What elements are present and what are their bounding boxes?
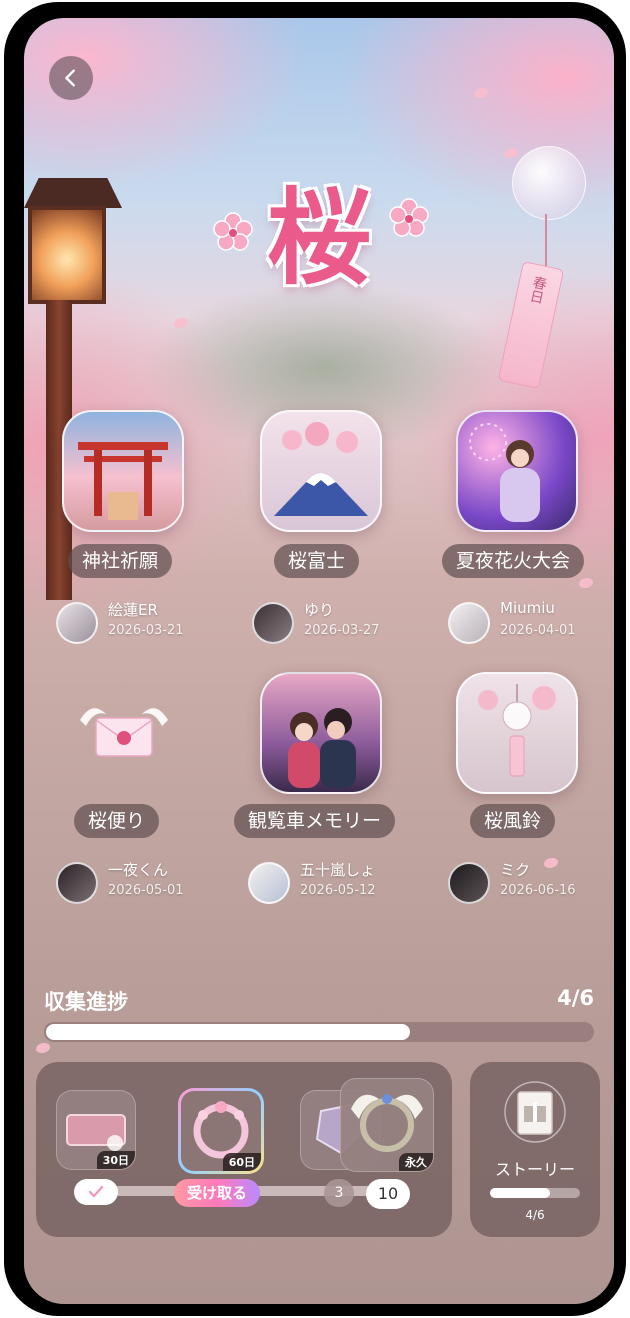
item-name: 桜富士	[274, 544, 360, 578]
sakura-flower-icon	[389, 198, 429, 237]
owner-name: 一夜くん	[108, 861, 169, 879]
item-icon-letter[interactable]	[72, 690, 176, 780]
avatar[interactable]	[248, 862, 290, 904]
owner-date: 2026-05-01	[108, 883, 184, 898]
item-icon-fuji[interactable]	[260, 410, 382, 532]
gift-book-icon	[504, 1081, 566, 1143]
owner-date: 2026-05-12	[300, 883, 376, 898]
claim-button[interactable]: 受け取る	[174, 1179, 260, 1207]
reward-tile-permanent[interactable]: 永久	[340, 1078, 434, 1172]
owner-name: ゆり	[304, 601, 335, 619]
fireworks-yukata-icon	[469, 423, 540, 522]
wind-bell-icon	[512, 146, 586, 220]
progress-bar	[44, 1022, 594, 1042]
bell-string	[545, 214, 547, 270]
item-icon-windchime[interactable]	[456, 672, 578, 794]
owner-date: 2026-03-27	[304, 623, 380, 638]
item-name: 神社祈願	[68, 544, 173, 578]
story-progress-bar	[490, 1188, 580, 1198]
avatar[interactable]	[56, 862, 98, 904]
reward-days: 30日	[96, 1151, 135, 1169]
petal	[579, 578, 593, 588]
logo-text: 桜	[266, 176, 371, 299]
reward-tile-30[interactable]: 30日	[56, 1090, 136, 1170]
reward-node-claimed	[74, 1179, 118, 1205]
owner-name: 絵蓮ER	[108, 601, 158, 619]
item-name: 桜風鈴	[470, 804, 556, 838]
item-name: 夏夜花火大会	[442, 544, 585, 578]
owner-date: 2026-04-01	[500, 623, 576, 638]
story-panel[interactable]: ストーリー 4/6	[470, 1062, 600, 1237]
tanzaku-text: 春日	[526, 274, 549, 305]
petal	[474, 88, 488, 98]
item-icon-fireworks[interactable]	[456, 410, 578, 532]
tanzaku-strip: 春日	[497, 260, 565, 390]
progress-count: 4/6	[557, 986, 594, 1010]
reward-tile-60[interactable]: 60日	[178, 1088, 264, 1174]
reward-days: 永久	[399, 1153, 433, 1171]
owner-date: 2026-03-21	[108, 623, 184, 638]
wind-chime-icon	[478, 684, 556, 777]
owner-name: Miumiu	[500, 599, 555, 617]
avatar[interactable]	[448, 602, 490, 644]
petal	[544, 858, 558, 868]
winged-letter-icon	[80, 708, 168, 757]
item-name: 観覧車メモリー	[234, 804, 396, 838]
chevron-left-icon	[65, 69, 75, 87]
progress-fill	[46, 1024, 410, 1040]
owner-date: 2026-06-16	[500, 883, 576, 898]
avatar[interactable]	[56, 602, 98, 644]
avatar[interactable]	[252, 602, 294, 644]
back-button[interactable]	[49, 56, 93, 100]
petal	[504, 148, 518, 158]
check-icon	[88, 1185, 104, 1198]
item-icon-shrine[interactable]	[62, 410, 184, 532]
item-icon-ferris[interactable]	[260, 672, 382, 794]
petal	[174, 318, 188, 328]
avatar[interactable]	[448, 862, 490, 904]
petal	[36, 1043, 50, 1053]
torii-gate-icon	[78, 442, 168, 520]
item-name: 桜便り	[74, 804, 160, 838]
mount-fuji-icon	[274, 422, 368, 516]
phone-frame: 春日 桜 神社祈願 絵蓮ER 2026-03-21 桜富士 ゆり 2026-03…	[4, 2, 626, 1316]
reward-node-10: 10	[366, 1179, 410, 1209]
story-progress-fill	[490, 1188, 550, 1198]
reward-node-3: 3	[324, 1179, 354, 1207]
stone-lantern	[24, 178, 124, 600]
owner-name: ミク	[500, 861, 531, 879]
story-label: ストーリー	[494, 1160, 575, 1179]
reward-days: 60日	[222, 1153, 261, 1171]
owner-name: 五十嵐しょ	[300, 861, 376, 879]
event-screen: 春日 桜 神社祈願 絵蓮ER 2026-03-21 桜富士 ゆり 2026-03…	[24, 18, 614, 1304]
ferris-wheel-couple-icon	[288, 708, 356, 788]
story-count: 4/6	[525, 1208, 545, 1222]
event-logo: 桜	[213, 168, 429, 308]
progress-label: 収集進捗	[44, 990, 128, 1014]
